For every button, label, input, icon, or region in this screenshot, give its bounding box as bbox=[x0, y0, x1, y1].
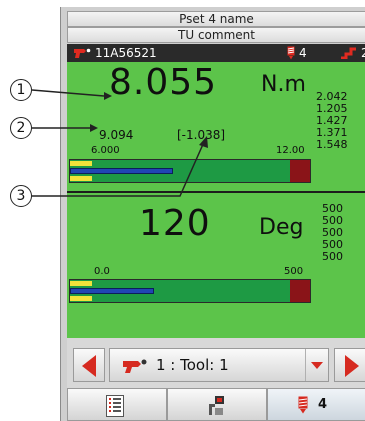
callout-3: 3 bbox=[10, 185, 32, 207]
status-tool: 11A56521 bbox=[73, 44, 157, 62]
dropdown-toggle[interactable] bbox=[305, 349, 328, 381]
tool-transfer-icon bbox=[209, 396, 224, 415]
angle-low-limit-marker bbox=[70, 296, 92, 301]
torque-high-limit-zone bbox=[290, 160, 310, 182]
step-counter: 2 bbox=[341, 44, 365, 62]
torque-low-limit-marker bbox=[70, 176, 92, 181]
torque-result-fill bbox=[70, 168, 173, 174]
next-tool-button[interactable] bbox=[334, 348, 365, 382]
tool-gun-icon bbox=[74, 48, 91, 58]
tool-select-label: 1 : Tool: 1 bbox=[156, 356, 229, 374]
batch-count: 4 bbox=[299, 46, 307, 60]
tool-select-dropdown[interactable]: 1 : Tool: 1 bbox=[109, 348, 329, 382]
arrow-left-icon bbox=[82, 355, 96, 377]
batch-counter: 4 bbox=[287, 44, 307, 62]
batch-count-value: 4 bbox=[318, 397, 328, 412]
status-bar: 11A56521 4 2 bbox=[67, 44, 365, 62]
angle-history-item: 500 bbox=[322, 250, 343, 263]
angle-unit: Deg bbox=[259, 215, 304, 240]
tab-result-list[interactable] bbox=[67, 388, 167, 421]
callout-1: 1 bbox=[10, 79, 32, 101]
torque-target-value: 9.094 bbox=[99, 128, 134, 142]
torque-panel: 8.055 N.m 2.042 1.205 1.427 1.371 1.548 … bbox=[67, 62, 365, 193]
angle-bar-max: 500 bbox=[284, 266, 304, 277]
torque-limit-bar bbox=[69, 159, 311, 183]
tu-comment: TU comment bbox=[178, 28, 255, 42]
tool-selector-row: 1 : Tool: 1 bbox=[67, 338, 365, 388]
torque-bar-max: 12.00 bbox=[276, 145, 305, 156]
tool-gun-icon bbox=[123, 359, 147, 373]
controller-screen: Pset 4 name TU comment 11A56521 4 2 8.05… bbox=[60, 7, 365, 421]
torque-deviation: [-1.038] bbox=[177, 128, 226, 142]
chevron-down-icon bbox=[311, 362, 323, 369]
step-count-icon bbox=[341, 47, 356, 59]
torque-bar-min: 6.000 bbox=[91, 145, 120, 156]
batch-count-icon bbox=[287, 46, 295, 60]
angle-high-limit-zone bbox=[290, 280, 310, 302]
batch-count-icon bbox=[298, 396, 308, 414]
angle-limit-bar bbox=[69, 279, 311, 303]
torque-low-limit-marker bbox=[70, 161, 92, 166]
angle-bar-min: 0.0 bbox=[94, 266, 110, 277]
tool-serial: 11A56521 bbox=[95, 46, 157, 60]
tu-comment-bar: TU comment bbox=[67, 27, 365, 43]
pset-name-bar: Pset 4 name bbox=[67, 11, 365, 27]
angle-history-list: 500 500 500 500 500 bbox=[322, 203, 343, 263]
bottom-tab-bar: 4 bbox=[67, 388, 365, 421]
tab-batch-count[interactable]: 4 bbox=[267, 388, 365, 421]
tab-tool-transfer[interactable] bbox=[167, 388, 267, 421]
angle-panel: 120 Deg 500 500 500 500 500 0.0 500 bbox=[67, 193, 365, 338]
result-list-icon bbox=[106, 395, 124, 417]
previous-tool-button[interactable] bbox=[73, 348, 105, 382]
arrow-right-icon bbox=[345, 355, 359, 377]
callout-2: 2 bbox=[10, 117, 32, 139]
step-count: 2 bbox=[361, 46, 365, 60]
angle-low-limit-marker bbox=[70, 281, 92, 286]
pset-name: Pset 4 name bbox=[179, 12, 254, 26]
angle-result-fill bbox=[70, 288, 154, 294]
torque-history-item: 1.548 bbox=[316, 138, 348, 151]
torque-history-list: 2.042 1.205 1.427 1.371 1.548 bbox=[316, 91, 348, 151]
torque-unit: N.m bbox=[261, 72, 306, 97]
angle-final-value: 120 bbox=[139, 203, 211, 244]
torque-final-value: 8.055 bbox=[109, 62, 218, 103]
